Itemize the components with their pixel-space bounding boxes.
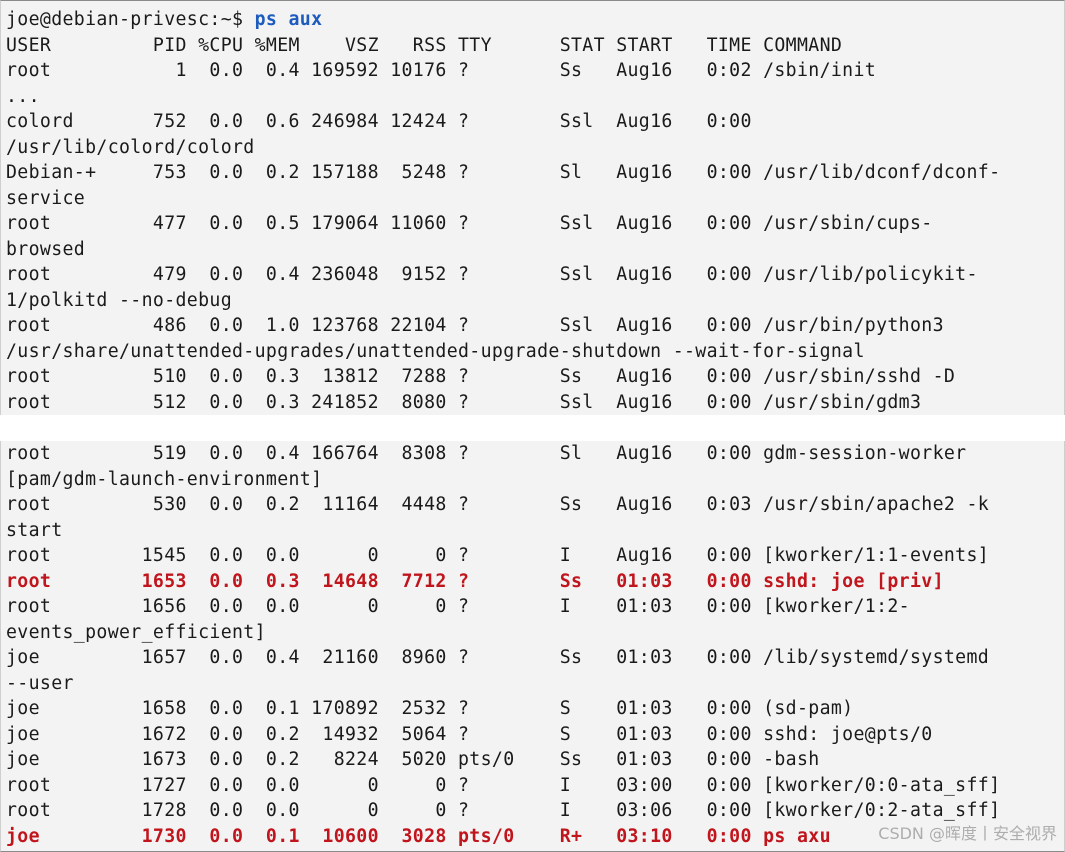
- terminal-text-bottom: root 519 0.0 0.4 166764 8308 ? Sl Aug16 …: [6, 441, 1000, 849]
- process-line: root 1727 0.0 0.0 0 0 ? I 03:00 0:00 [kw…: [6, 774, 1001, 796]
- process-line: root 510 0.0 0.3 13812 7288 ? Ss Aug16 0…: [6, 366, 956, 387]
- process-line: joe 1658 0.0 0.1 170892 2532 ? S 01:03 0…: [6, 698, 854, 719]
- process-line: events_power_efficient]: [6, 621, 266, 643]
- process-line: root 1728 0.0 0.0 0 0 ? I 03:06 0:00 [kw…: [6, 800, 1001, 821]
- process-line: joe 1673 0.0 0.2 8224 5020 pts/0 Ss 01:0…: [6, 749, 820, 770]
- process-line: root 1656 0.0 0.0 0 0 ? I 01:03 0:00 [kw…: [6, 596, 910, 617]
- process-line: root 477 0.0 0.5 179064 11060 ? Ssl Aug1…: [6, 213, 933, 234]
- process-line: root 530 0.0 0.2 11164 4448 ? Ss Aug16 0…: [6, 494, 990, 515]
- process-line: service: [6, 187, 86, 209]
- process-line: /usr/lib/colord/colord: [6, 136, 255, 158]
- process-line: colord 752 0.0 0.6 246984 12424 ? Ssl Au…: [6, 111, 752, 132]
- process-line: [pam/gdm-launch-environment]: [6, 468, 323, 490]
- process-line: --user: [6, 672, 74, 694]
- process-line: ...: [6, 85, 40, 107]
- process-line: joe 1672 0.0 0.2 14932 5064 ? S 01:03 0:…: [6, 723, 933, 745]
- process-line: root 486 0.0 1.0 123768 22104 ? Ssl Aug1…: [6, 315, 944, 336]
- process-line: joe 1657 0.0 0.4 21160 8960 ? Ss 01:03 0…: [6, 647, 990, 668]
- process-line: /usr/share/unattended-upgrades/unattende…: [6, 340, 865, 362]
- shell-command: ps aux: [254, 9, 323, 30]
- process-list-bottom: root 519 0.0 0.4 166764 8308 ? Sl Aug16 …: [6, 441, 1000, 849]
- process-line: browsed: [6, 238, 86, 260]
- process-line: root 479 0.0 0.4 236048 9152 ? Ssl Aug16…: [6, 264, 978, 285]
- process-line: Debian-+ 753 0.0 0.2 157188 5248 ? Sl Au…: [6, 162, 1001, 183]
- process-line: root 1 0.0 0.4 169592 10176 ? Ss Aug16 0…: [6, 60, 877, 81]
- shell-prompt: joe@debian-privesc:~$: [6, 9, 255, 30]
- process-line: USER PID %CPU %MEM VSZ RSS TTY STAT STAR…: [6, 34, 843, 56]
- highlighted-process-line: joe 1730 0.0 0.1 10600 3028 pts/0 R+ 03:…: [6, 825, 831, 847]
- process-line: start: [6, 519, 63, 541]
- watermark-text: CSDN @晖度丨安全视界: [878, 824, 1057, 843]
- prompt-line: joe@debian-privesc:~$ ps aux: [6, 7, 1000, 33]
- process-line: root 512 0.0 0.3 241852 8080 ? Ssl Aug16…: [6, 391, 922, 413]
- process-line: 1/polkitd --no-debug: [6, 289, 232, 311]
- process-line: root 519 0.0 0.4 166764 8308 ? Sl Aug16 …: [6, 443, 967, 464]
- process-list-top: USER PID %CPU %MEM VSZ RSS TTY STAT STAR…: [6, 33, 1000, 416]
- terminal-text-top: joe@debian-privesc:~$ ps aux USER PID %C…: [6, 7, 1000, 415]
- process-line: root 1545 0.0 0.0 0 0 ? I Aug16 0:00 [kw…: [6, 545, 990, 566]
- highlighted-process-line: root 1653 0.0 0.3 14648 7712 ? Ss 01:03 …: [6, 570, 944, 592]
